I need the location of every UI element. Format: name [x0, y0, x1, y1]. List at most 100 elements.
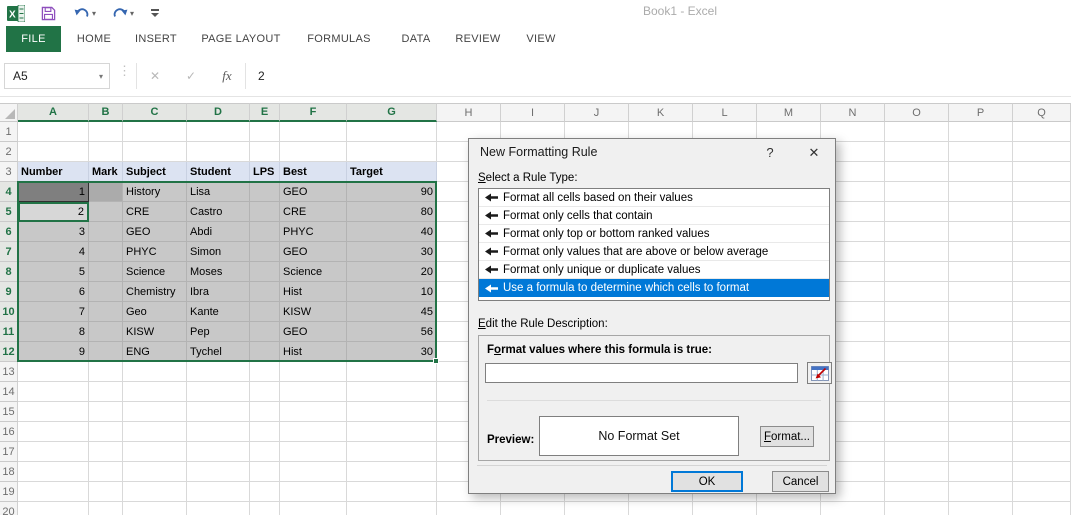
row-header-7[interactable]: 7	[0, 242, 18, 262]
cell-B5[interactable]	[89, 202, 123, 222]
cell-P9[interactable]	[949, 282, 1013, 302]
excel-logo-icon[interactable]: X	[5, 3, 27, 23]
cell-C6[interactable]: GEO	[123, 222, 187, 242]
cell-F9[interactable]: Hist	[280, 282, 347, 302]
cell-C15[interactable]	[123, 402, 187, 422]
cell-G3[interactable]: Target	[347, 162, 437, 182]
cell-G13[interactable]	[347, 362, 437, 382]
row-header-11[interactable]: 11	[0, 322, 18, 342]
cell-O15[interactable]	[885, 402, 949, 422]
cell-P17[interactable]	[949, 442, 1013, 462]
cell-E18[interactable]	[250, 462, 280, 482]
row-header-8[interactable]: 8	[0, 262, 18, 282]
cell-G1[interactable]	[347, 122, 437, 142]
cell-P5[interactable]	[949, 202, 1013, 222]
column-header-L[interactable]: L	[693, 103, 757, 122]
cell-A7[interactable]: 4	[18, 242, 89, 262]
cell-E14[interactable]	[250, 382, 280, 402]
cell-E10[interactable]	[250, 302, 280, 322]
ribbon-tab-formulas[interactable]: FORMULAS	[298, 26, 380, 52]
cell-O4[interactable]	[885, 182, 949, 202]
cell-F3[interactable]: Best	[280, 162, 347, 182]
select-all-corner[interactable]	[0, 103, 18, 122]
cell-P16[interactable]	[949, 422, 1013, 442]
cell-A20[interactable]	[18, 502, 89, 515]
row-header-16[interactable]: 16	[0, 422, 18, 442]
cell-N20[interactable]	[821, 502, 885, 515]
cell-C12[interactable]: ENG	[123, 342, 187, 362]
cell-G17[interactable]	[347, 442, 437, 462]
row-header-19[interactable]: 19	[0, 482, 18, 502]
cell-A8[interactable]: 5	[18, 262, 89, 282]
cell-Q11[interactable]	[1013, 322, 1071, 342]
cell-A12[interactable]: 9	[18, 342, 89, 362]
cell-F10[interactable]: KISW	[280, 302, 347, 322]
cell-A3[interactable]: Number	[18, 162, 89, 182]
customize-quick-access-icon[interactable]	[146, 3, 164, 23]
cell-A4[interactable]: 1	[18, 182, 89, 202]
cell-F6[interactable]: PHYC	[280, 222, 347, 242]
cell-B15[interactable]	[89, 402, 123, 422]
cancel-icon[interactable]: ✕	[141, 69, 169, 83]
cell-D17[interactable]	[187, 442, 250, 462]
cell-E13[interactable]	[250, 362, 280, 382]
redo-dropdown-icon[interactable]: ▾	[130, 9, 134, 18]
cell-O16[interactable]	[885, 422, 949, 442]
cell-F19[interactable]	[280, 482, 347, 502]
cell-C11[interactable]: KISW	[123, 322, 187, 342]
cell-A10[interactable]: 7	[18, 302, 89, 322]
cell-E15[interactable]	[250, 402, 280, 422]
cell-P6[interactable]	[949, 222, 1013, 242]
cell-G4[interactable]: 90	[347, 182, 437, 202]
ribbon-tab-insert[interactable]: INSERT	[130, 26, 182, 52]
format-button[interactable]: Format...	[760, 426, 814, 447]
cell-F12[interactable]: Hist	[280, 342, 347, 362]
cell-O1[interactable]	[885, 122, 949, 142]
cell-L20[interactable]	[693, 502, 757, 515]
cell-D11[interactable]: Pep	[187, 322, 250, 342]
cell-D9[interactable]: Ibra	[187, 282, 250, 302]
cell-F13[interactable]	[280, 362, 347, 382]
undo-button[interactable]: ▾	[68, 3, 102, 23]
cell-G7[interactable]: 30	[347, 242, 437, 262]
cell-E19[interactable]	[250, 482, 280, 502]
cell-P13[interactable]	[949, 362, 1013, 382]
cell-Q4[interactable]	[1013, 182, 1071, 202]
cell-Q12[interactable]	[1013, 342, 1071, 362]
cell-E6[interactable]	[250, 222, 280, 242]
cell-C9[interactable]: Chemistry	[123, 282, 187, 302]
cell-Q14[interactable]	[1013, 382, 1071, 402]
cell-O11[interactable]	[885, 322, 949, 342]
cell-B17[interactable]	[89, 442, 123, 462]
cell-O13[interactable]	[885, 362, 949, 382]
cell-J20[interactable]	[565, 502, 629, 515]
cell-B2[interactable]	[89, 142, 123, 162]
cell-D1[interactable]	[187, 122, 250, 142]
cell-E17[interactable]	[250, 442, 280, 462]
cell-D18[interactable]	[187, 462, 250, 482]
ribbon-tab-home[interactable]: HOME	[70, 26, 118, 52]
cell-F15[interactable]	[280, 402, 347, 422]
cell-P8[interactable]	[949, 262, 1013, 282]
cell-Q19[interactable]	[1013, 482, 1071, 502]
cell-C1[interactable]	[123, 122, 187, 142]
cell-O2[interactable]	[885, 142, 949, 162]
row-header-1[interactable]: 1	[0, 122, 18, 142]
cell-B11[interactable]	[89, 322, 123, 342]
cell-A13[interactable]	[18, 362, 89, 382]
cell-E3[interactable]: LPS	[250, 162, 280, 182]
cell-A15[interactable]	[18, 402, 89, 422]
cell-B4[interactable]	[89, 182, 123, 202]
row-header-13[interactable]: 13	[0, 362, 18, 382]
cell-E8[interactable]	[250, 262, 280, 282]
row-header-3[interactable]: 3	[0, 162, 18, 182]
save-icon[interactable]	[35, 3, 61, 23]
rule-type-option-5[interactable]: Use a formula to determine which cells t…	[479, 279, 829, 297]
cell-O3[interactable]	[885, 162, 949, 182]
cell-D4[interactable]: Lisa	[187, 182, 250, 202]
cell-P14[interactable]	[949, 382, 1013, 402]
row-header-10[interactable]: 10	[0, 302, 18, 322]
cell-C4[interactable]: History	[123, 182, 187, 202]
cell-P18[interactable]	[949, 462, 1013, 482]
cell-O10[interactable]	[885, 302, 949, 322]
